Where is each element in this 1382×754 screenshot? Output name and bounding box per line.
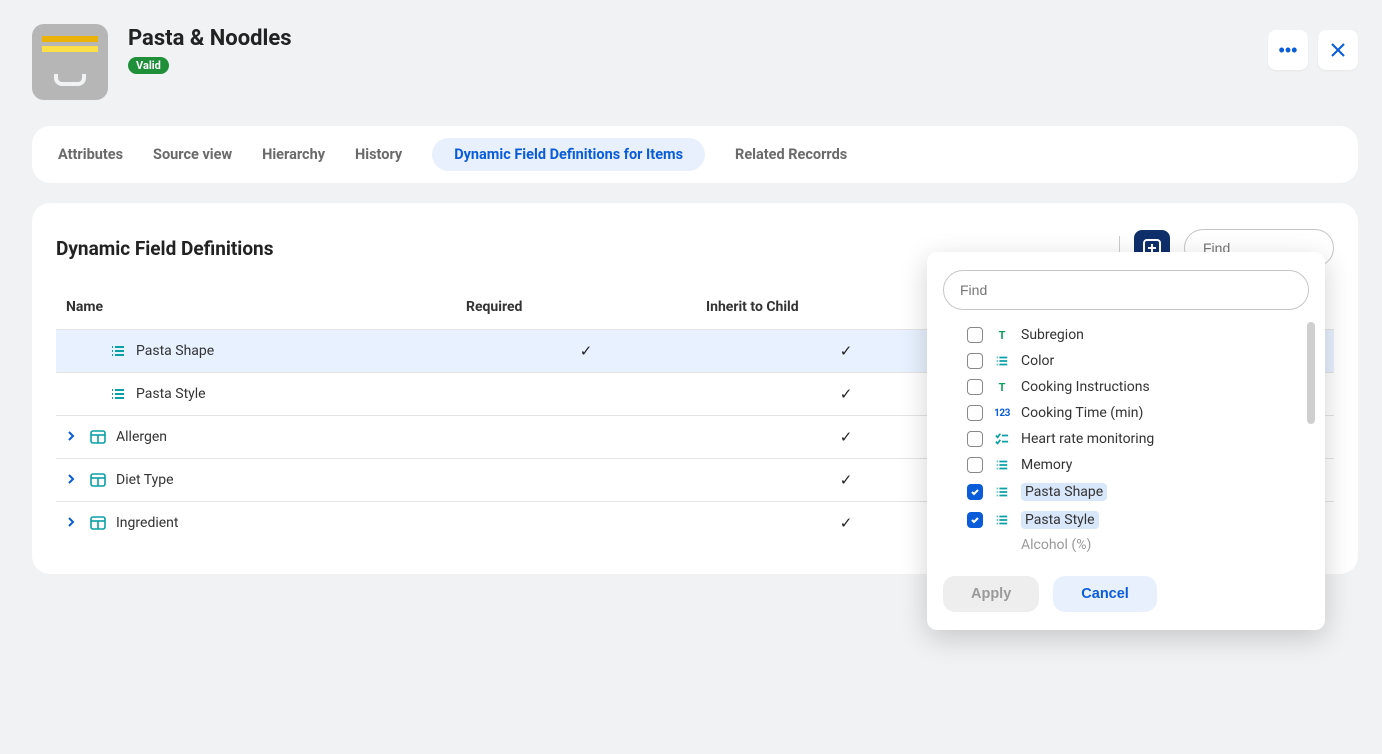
- dropdown-item[interactable]: Heart rate monitoring: [967, 426, 1303, 452]
- dropdown-item-label: Heart rate monitoring: [1021, 431, 1154, 447]
- cancel-button[interactable]: Cancel: [1053, 576, 1157, 612]
- tab-history[interactable]: History: [355, 138, 402, 171]
- more-actions-button[interactable]: •••: [1268, 30, 1308, 70]
- row-name: Pasta Style: [136, 386, 206, 402]
- dropdown-item[interactable]: 123 Alcohol (%): [967, 532, 1303, 558]
- category-icon: [32, 24, 108, 100]
- dropdown-item-label: Subregion: [1021, 327, 1084, 343]
- row-name: Diet Type: [116, 472, 174, 488]
- checkbox[interactable]: [967, 431, 983, 447]
- dropdown-item[interactable]: 123 Cooking Time (min): [967, 400, 1303, 426]
- panel-title: Dynamic Field Definitions: [56, 237, 273, 260]
- apply-button[interactable]: Apply: [943, 576, 1039, 612]
- lookup-icon: [90, 515, 106, 531]
- title-block: Pasta & Noodles Valid: [32, 24, 292, 100]
- close-button[interactable]: [1318, 30, 1358, 70]
- lookup-icon: [90, 429, 106, 445]
- page-header: Pasta & Noodles Valid •••: [32, 24, 1358, 100]
- list-icon: [110, 386, 126, 402]
- tab-source-view[interactable]: Source view: [153, 138, 232, 171]
- list-type-icon: [993, 458, 1011, 472]
- dropdown-item[interactable]: Color: [967, 348, 1303, 374]
- col-name: Name: [66, 299, 466, 315]
- header-actions: •••: [1268, 30, 1358, 70]
- checklist-type-icon: [993, 432, 1011, 446]
- checkbox[interactable]: [967, 512, 983, 528]
- dropdown-item[interactable]: Memory: [967, 452, 1303, 478]
- chevron-right-icon[interactable]: [66, 472, 80, 488]
- row-name: Ingredient: [116, 515, 178, 531]
- dropdown-item-label: Cooking Time (min): [1021, 405, 1143, 421]
- title-text: Pasta & Noodles Valid: [128, 24, 292, 74]
- dropdown-item-label: Color: [1021, 353, 1054, 369]
- checkbox[interactable]: [967, 484, 983, 500]
- add-field-dropdown: T Subregion Color T Cooking Instructions…: [927, 252, 1325, 630]
- tab-dynamic-field-definitions[interactable]: Dynamic Field Definitions for Items: [432, 138, 705, 171]
- dropdown-item[interactable]: Pasta Style: [967, 506, 1303, 534]
- number-type-icon: 123: [993, 408, 1011, 419]
- checkbox[interactable]: [967, 353, 983, 369]
- text-type-icon: T: [993, 329, 1011, 342]
- dropdown-item-label: Pasta Shape: [1021, 483, 1107, 501]
- row-name: Allergen: [116, 429, 167, 445]
- row-name: Pasta Shape: [136, 343, 214, 359]
- dropdown-item[interactable]: Pasta Shape: [967, 478, 1303, 506]
- status-badge: Valid: [128, 57, 169, 74]
- chevron-right-icon[interactable]: [66, 429, 80, 445]
- scrollbar[interactable]: [1307, 322, 1315, 424]
- tabs-bar: Attributes Source view Hierarchy History…: [32, 126, 1358, 183]
- chevron-right-icon[interactable]: [66, 515, 80, 531]
- list-icon: [110, 343, 126, 359]
- page-title: Pasta & Noodles: [128, 26, 292, 51]
- checkbox[interactable]: [967, 457, 983, 473]
- lookup-icon: [90, 472, 106, 488]
- dropdown-footer: Apply Cancel: [943, 576, 1309, 612]
- tab-attributes[interactable]: Attributes: [58, 138, 123, 171]
- list-type-icon: [993, 354, 1011, 368]
- checkbox[interactable]: [967, 327, 983, 343]
- dropdown-item-label: Memory: [1021, 457, 1072, 473]
- checkbox[interactable]: [967, 405, 983, 421]
- text-type-icon: T: [993, 381, 1011, 394]
- checkbox[interactable]: [967, 379, 983, 395]
- list-type-icon: [993, 485, 1011, 499]
- tab-related-records[interactable]: Related Recorrds: [735, 138, 847, 171]
- dropdown-item-label: Cooking Instructions: [1021, 379, 1150, 395]
- ellipsis-icon: •••: [1279, 40, 1298, 61]
- col-required: Required: [466, 299, 706, 315]
- close-icon: [1330, 42, 1346, 58]
- dropdown-find-input[interactable]: [943, 270, 1309, 310]
- tab-hierarchy[interactable]: Hierarchy: [262, 138, 325, 171]
- dropdown-item[interactable]: T Subregion: [967, 322, 1303, 348]
- dropdown-list: T Subregion Color T Cooking Instructions…: [943, 322, 1309, 558]
- dropdown-item[interactable]: T Cooking Instructions: [967, 374, 1303, 400]
- required-check: ✓: [466, 342, 706, 360]
- dropdown-item-label: Alcohol (%): [1021, 537, 1091, 553]
- list-type-icon: [993, 513, 1011, 527]
- dropdown-item-label: Pasta Style: [1021, 511, 1099, 529]
